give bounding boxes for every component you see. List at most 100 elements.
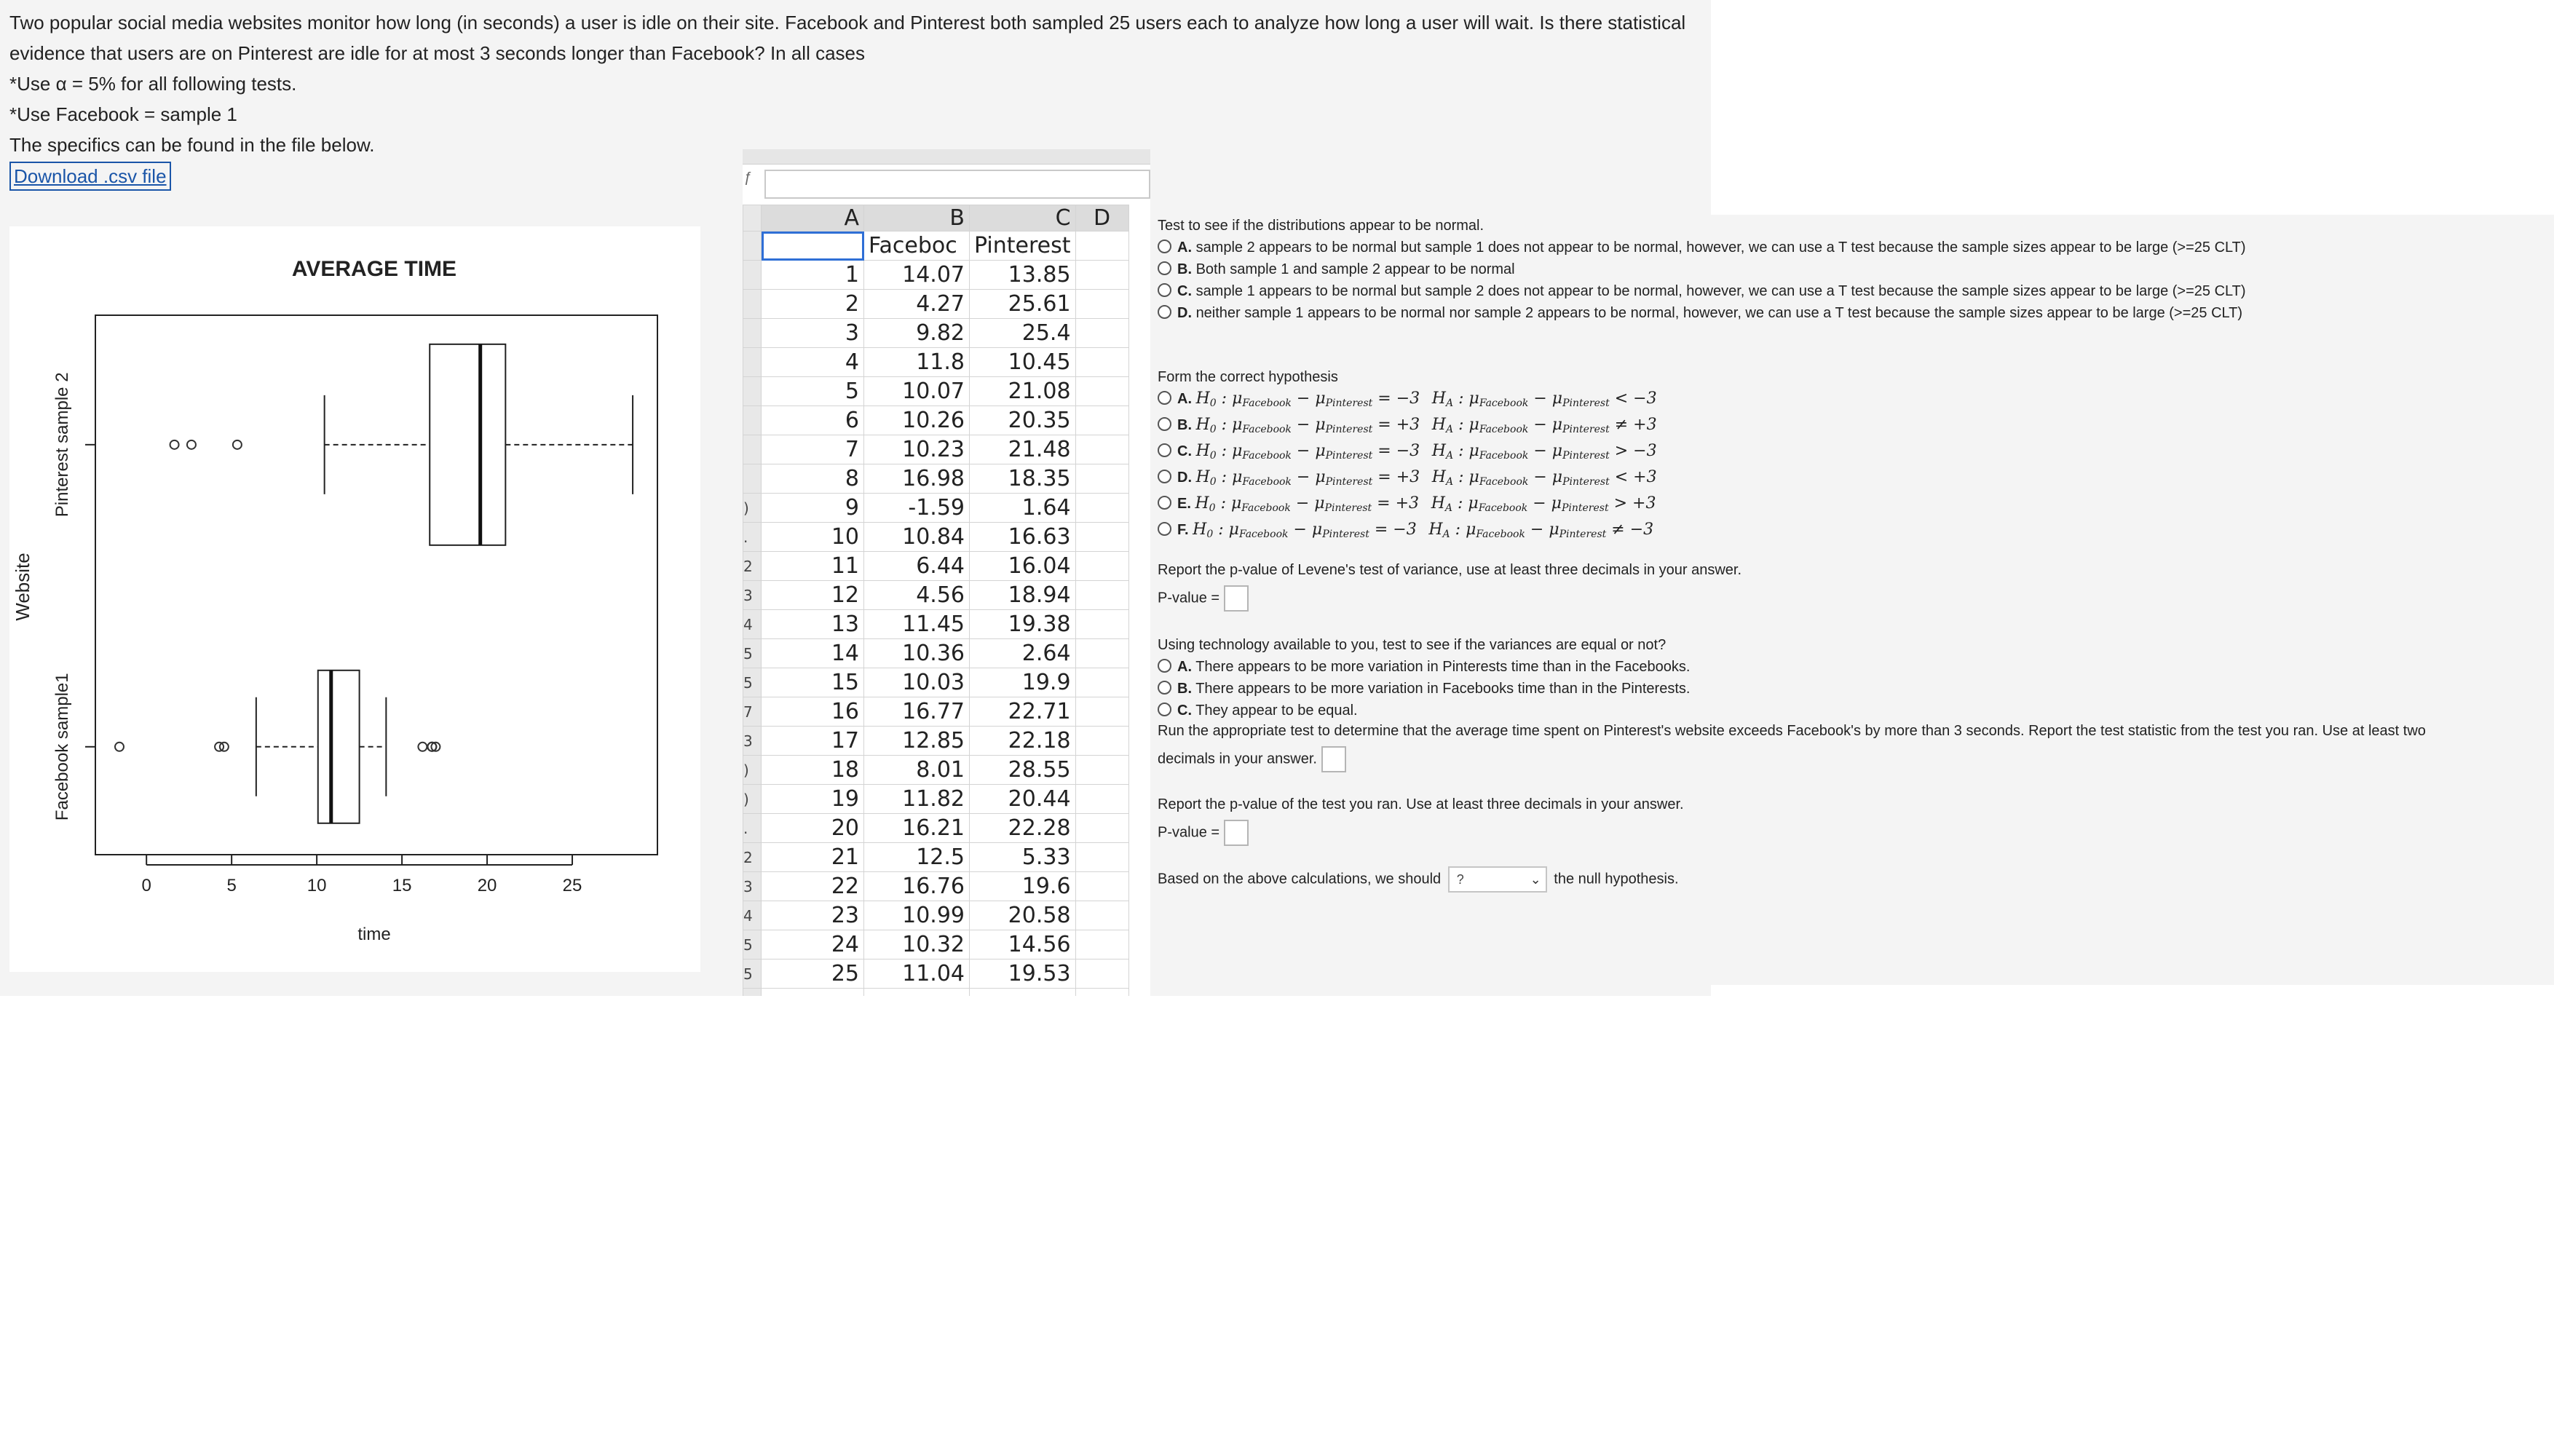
cell-c[interactable]: 1.64: [969, 493, 1076, 523]
cell-b[interactable]: 10.23: [863, 435, 970, 464]
cell-d[interactable]: [1075, 522, 1129, 552]
col-header-a[interactable]: A: [761, 205, 864, 232]
hypothesis-option[interactable]: E. H0 : μFacebook − μPinterest = +3 HA :…: [1158, 493, 1657, 519]
row-gutter[interactable]: 4: [743, 901, 762, 930]
cell-d[interactable]: [1075, 813, 1129, 843]
cell-d[interactable]: [1075, 871, 1129, 901]
cell-b[interactable]: 12.85: [863, 726, 970, 756]
cell-a[interactable]: 23: [761, 901, 864, 930]
variance-option[interactable]: C. They appear to be equal.: [1158, 700, 1690, 721]
cell-d[interactable]: [1075, 901, 1129, 930]
cell-b[interactable]: 11.04: [863, 959, 970, 989]
cell-a[interactable]: 5: [761, 376, 864, 406]
cell-a[interactable]: 21: [761, 842, 864, 872]
cell-c[interactable]: 5.33: [969, 842, 1076, 872]
cell-c[interactable]: 2.64: [969, 638, 1076, 668]
cell-a[interactable]: 4: [761, 347, 864, 377]
row-gutter[interactable]: 4: [743, 609, 762, 639]
conclusion-select[interactable]: ? ⌄: [1447, 866, 1547, 893]
cell-b[interactable]: -1.59: [863, 493, 970, 523]
row-gutter[interactable]: 3: [743, 871, 762, 901]
cell-d[interactable]: [1075, 668, 1129, 697]
cell-d[interactable]: [1075, 464, 1129, 494]
cell-c[interactable]: 19.6: [969, 871, 1076, 901]
cell-c[interactable]: 20.44: [969, 784, 1076, 814]
test-statistic-input[interactable]: [1321, 746, 1346, 772]
cell-d[interactable]: [1075, 376, 1129, 406]
cell-c-header[interactable]: Pinterest: [969, 231, 1076, 261]
cell-d[interactable]: [1075, 609, 1129, 639]
cell-d[interactable]: [1075, 842, 1129, 872]
cell-a[interactable]: 25: [761, 959, 864, 989]
cell-c[interactable]: 28.55: [969, 755, 1076, 785]
cell-c[interactable]: 13.85: [969, 260, 1076, 290]
radio-button[interactable]: [1158, 659, 1171, 673]
cell-a[interactable]: 8: [761, 464, 864, 494]
cell-a[interactable]: 17: [761, 726, 864, 756]
cell-a[interactable]: 11: [761, 551, 864, 581]
radio-button[interactable]: [1158, 443, 1171, 457]
cell-c[interactable]: 18.94: [969, 580, 1076, 610]
row-gutter[interactable]: [743, 405, 762, 435]
row-gutter[interactable]: 7: [743, 697, 762, 727]
cell-c[interactable]: 20.58: [969, 901, 1076, 930]
cell-a[interactable]: 14: [761, 638, 864, 668]
cell-b[interactable]: 11.82: [863, 784, 970, 814]
cell-c[interactable]: 19.9: [969, 668, 1076, 697]
row-gutter[interactable]: 5: [743, 959, 762, 989]
cell-c[interactable]: 10.45: [969, 347, 1076, 377]
row-gutter[interactable]: [743, 464, 762, 494]
cell-c[interactable]: 22.28: [969, 813, 1076, 843]
row-gutter[interactable]: 5: [743, 638, 762, 668]
cell-c[interactable]: 19.53: [969, 959, 1076, 989]
formula-bar[interactable]: [764, 170, 1150, 199]
cell-b[interactable]: 10.26: [863, 405, 970, 435]
cell-d[interactable]: [1075, 435, 1129, 464]
cell-c[interactable]: 21.48: [969, 435, 1076, 464]
cell-b[interactable]: 16.76: [863, 871, 970, 901]
cell-d[interactable]: [1075, 231, 1129, 261]
corner-cell[interactable]: [743, 205, 762, 232]
row-gutter[interactable]: [743, 231, 762, 261]
radio-button[interactable]: [1158, 240, 1171, 253]
cell-a[interactable]: 22: [761, 871, 864, 901]
cell-b[interactable]: 16.21: [863, 813, 970, 843]
cell-b[interactable]: 10.03: [863, 668, 970, 697]
row-gutter[interactable]: 2: [743, 551, 762, 581]
levene-pvalue-input[interactable]: [1223, 585, 1249, 612]
cell-d[interactable]: [1075, 289, 1129, 319]
col-header-d[interactable]: D: [1075, 205, 1129, 232]
cell-a[interactable]: 7: [761, 435, 864, 464]
cell-d[interactable]: [1075, 638, 1129, 668]
cell-b[interactable]: 10.99: [863, 901, 970, 930]
row-gutter[interactable]: 2: [743, 842, 762, 872]
cell-b[interactable]: 10.32: [863, 930, 970, 960]
cell-empty[interactable]: [761, 988, 864, 996]
cell-d[interactable]: [1075, 930, 1129, 960]
cell-a[interactable]: 2: [761, 289, 864, 319]
cell-a[interactable]: 12: [761, 580, 864, 610]
row-gutter[interactable]: .: [743, 522, 762, 552]
hypothesis-option[interactable]: D. H0 : μFacebook − μPinterest = +3 HA :…: [1158, 467, 1657, 493]
cell-a[interactable]: 13: [761, 609, 864, 639]
radio-button[interactable]: [1158, 703, 1171, 716]
radio-button[interactable]: [1158, 261, 1171, 275]
cell-c[interactable]: 16.63: [969, 522, 1076, 552]
cell-d[interactable]: [1075, 959, 1129, 989]
cell-a[interactable]: 9: [761, 493, 864, 523]
cell-d[interactable]: [1075, 493, 1129, 523]
radio-button[interactable]: [1158, 283, 1171, 297]
cell-b[interactable]: 12.5: [863, 842, 970, 872]
normality-option[interactable]: D. neither sample 1 appears to be normal…: [1158, 302, 2246, 324]
cell-b[interactable]: 11.45: [863, 609, 970, 639]
cell-b[interactable]: 8.01: [863, 755, 970, 785]
normality-option[interactable]: B. Both sample 1 and sample 2 appear to …: [1158, 258, 2246, 280]
cell-c[interactable]: 19.38: [969, 609, 1076, 639]
col-header-c[interactable]: C: [969, 205, 1076, 232]
variance-option[interactable]: A. There appears to be more variation in…: [1158, 656, 1690, 678]
cell-d[interactable]: [1075, 260, 1129, 290]
normality-option[interactable]: A. sample 2 appears to be normal but sam…: [1158, 237, 2246, 258]
cell-a[interactable]: 6: [761, 405, 864, 435]
cell-b[interactable]: 6.44: [863, 551, 970, 581]
cell-a[interactable]: 18: [761, 755, 864, 785]
